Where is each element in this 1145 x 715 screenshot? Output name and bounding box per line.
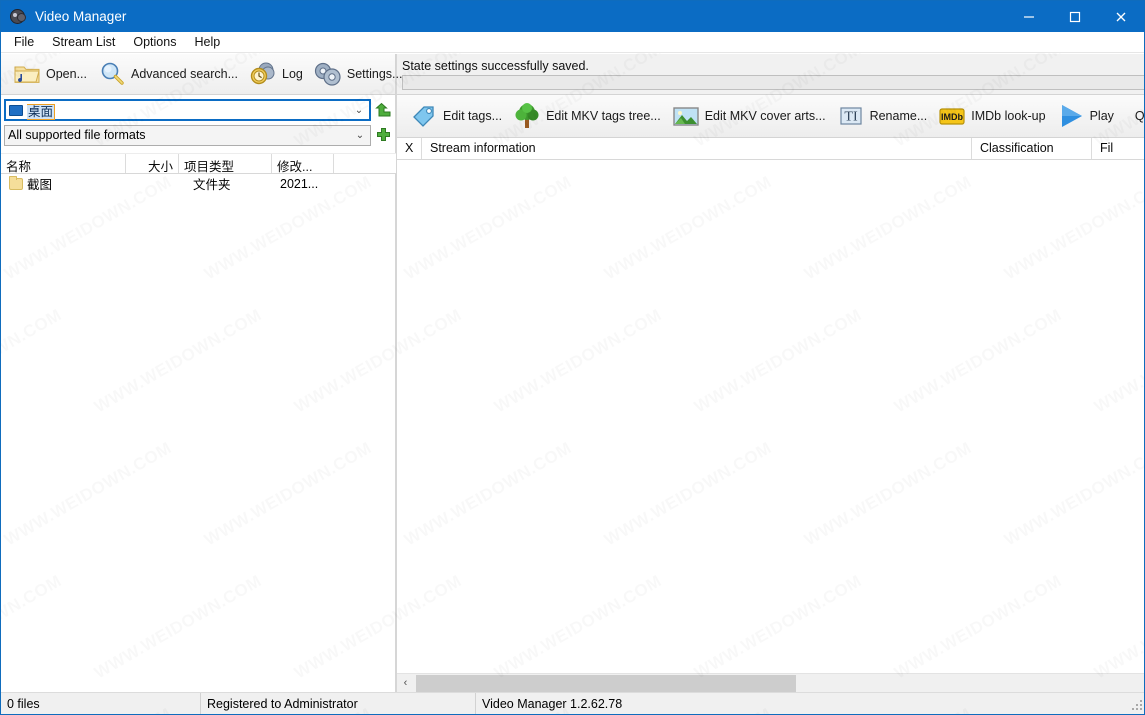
quick-search-label: Quick search <box>1134 109 1145 123</box>
filter-row: All supported file formats ⌄ <box>4 124 395 146</box>
magnifier-icon <box>97 59 127 89</box>
green-plus-icon <box>376 127 390 141</box>
application-window: Video Manager File Stream List Options H… <box>0 0 1145 715</box>
column-header-file[interactable]: Fil <box>1092 138 1144 159</box>
table-row[interactable]: 截图 文件夹 2021... <box>1 174 395 193</box>
file-format-value: All supported file formats <box>8 128 146 142</box>
status-version: Video Manager 1.2.62.78 <box>482 696 623 711</box>
rename-button[interactable]: TI Rename... <box>831 99 933 133</box>
folder-icon <box>9 175 23 190</box>
log-button[interactable]: Log <box>243 57 308 91</box>
open-folder-icon <box>12 59 42 89</box>
edit-mkv-cover-arts-label: Edit MKV cover arts... <box>704 109 826 123</box>
stream-toolbar: Edit tags... Edit MKV tags tree... Edit … <box>397 95 1145 138</box>
path-combobox[interactable]: 桌面 ⌄ <box>4 99 371 121</box>
edit-mkv-tags-tree-button[interactable]: Edit MKV tags tree... <box>507 99 666 133</box>
play-button-label: Play <box>1089 109 1114 123</box>
log-button-label: Log <box>282 67 303 81</box>
chevron-down-icon[interactable]: ⌄ <box>351 105 367 116</box>
title-bar: Video Manager <box>1 1 1144 32</box>
film-reel-icon <box>8 7 28 27</box>
add-folder-button[interactable] <box>371 124 395 146</box>
maximize-button[interactable] <box>1052 1 1098 32</box>
refresh-folder-button[interactable] <box>371 99 395 121</box>
tree-icon <box>512 101 542 131</box>
open-button[interactable]: Open... <box>7 57 92 91</box>
menu-item-options[interactable]: Options <box>124 33 185 52</box>
status-file-count: 0 files <box>1 692 201 714</box>
advanced-search-label: Advanced search... <box>131 67 239 81</box>
column-header-modified[interactable]: 修改... <box>272 154 334 173</box>
column-header-name[interactable]: 名称 <box>1 154 126 173</box>
column-header-stream-information[interactable]: Stream information <box>422 138 972 159</box>
open-button-label: Open... <box>46 67 87 81</box>
menu-bar: File Stream List Options Help <box>1 32 1144 53</box>
left-panel: Open... Advanced search... Log Settings.… <box>1 54 402 714</box>
scrollbar-thumb[interactable] <box>416 674 796 692</box>
quick-search-button[interactable]: Quick search <box>1119 99 1145 133</box>
settings-button-label: Settings... <box>346 67 403 81</box>
horizontal-scrollbar[interactable]: ‹ › <box>397 673 1144 693</box>
window-controls <box>1006 1 1144 32</box>
imdb-lookup-button[interactable]: IMDb IMDb look-up <box>932 99 1050 133</box>
desktop-icon <box>9 104 23 116</box>
path-filter-area: 桌面 ⌄ All supported file formats ⌄ <box>1 95 396 153</box>
advanced-search-button[interactable]: Advanced search... <box>92 57 243 91</box>
play-button[interactable]: Play <box>1051 99 1119 133</box>
progress-bar <box>402 74 1144 90</box>
stream-list-header: X Stream information Classification Fil <box>397 138 1144 160</box>
green-up-arrow-icon <box>374 102 390 116</box>
column-header-size[interactable]: 大小 <box>126 154 179 173</box>
message-bar: State settings successfully saved. <box>397 54 1144 95</box>
settings-button[interactable]: Settings... <box>308 57 408 91</box>
file-format-combobox[interactable]: All supported file formats ⌄ <box>4 124 371 146</box>
edit-tags-button[interactable]: Edit tags... <box>404 99 507 133</box>
left-toolbar: Open... Advanced search... Log Settings.… <box>1 54 402 95</box>
status-registration: Registered to Administrator <box>201 692 476 714</box>
column-header-x[interactable]: X <box>397 138 422 159</box>
scrollbar-track[interactable] <box>414 673 1144 693</box>
menu-item-help[interactable]: Help <box>185 33 229 52</box>
path-row: 桌面 ⌄ <box>4 99 395 121</box>
minimize-button[interactable] <box>1006 1 1052 32</box>
edit-mkv-tags-tree-label: Edit MKV tags tree... <box>546 109 661 123</box>
stream-list-body[interactable] <box>397 160 1144 673</box>
file-list-body[interactable]: 截图 文件夹 2021... <box>1 174 396 714</box>
column-header-classification[interactable]: Classification <box>972 138 1092 159</box>
message-column: State settings successfully saved. <box>402 58 1144 90</box>
main-split: Open... Advanced search... Log Settings.… <box>1 54 1144 714</box>
column-header-type[interactable]: 项目类型 <box>179 154 272 173</box>
window-title: Video Manager <box>35 9 127 24</box>
close-button[interactable] <box>1098 1 1144 32</box>
play-icon <box>1056 101 1086 131</box>
edit-mkv-cover-arts-button[interactable]: Edit MKV cover arts... <box>666 99 831 133</box>
file-name: 截图 <box>27 178 53 192</box>
rename-button-label: Rename... <box>869 109 928 123</box>
path-combobox-value: 桌面 <box>27 103 56 120</box>
scroll-left-arrow-icon[interactable]: ‹ <box>397 674 414 693</box>
tag-icon <box>409 101 439 131</box>
menu-item-stream-list[interactable]: Stream List <box>43 33 124 52</box>
column-header-filler <box>334 154 396 173</box>
status-message: State settings successfully saved. <box>402 58 589 73</box>
status-bar: 0 files Registered to Administrator Vide… <box>1 692 1144 714</box>
edit-tags-label: Edit tags... <box>443 109 503 123</box>
imdb-lookup-label: IMDb look-up <box>971 109 1046 123</box>
menu-item-file[interactable]: File <box>5 33 43 52</box>
chevron-down-icon[interactable]: ⌄ <box>352 130 368 141</box>
right-panel: State settings successfully saved. Edit … <box>396 54 1145 714</box>
gears-icon <box>313 59 343 89</box>
text-rename-icon: TI <box>836 101 866 131</box>
imdb-icon: IMDb <box>937 101 967 131</box>
resize-grip-icon[interactable] <box>1128 696 1144 712</box>
picture-icon <box>671 101 701 131</box>
file-type: 文件夹 <box>193 178 231 192</box>
clock-gears-icon <box>248 59 278 89</box>
svg-text:TI: TI <box>844 110 858 125</box>
file-list-header: 名称 大小 项目类型 修改... <box>1 153 396 174</box>
svg-text:IMDb: IMDb <box>941 112 963 122</box>
file-modified: 2021... <box>280 176 319 191</box>
